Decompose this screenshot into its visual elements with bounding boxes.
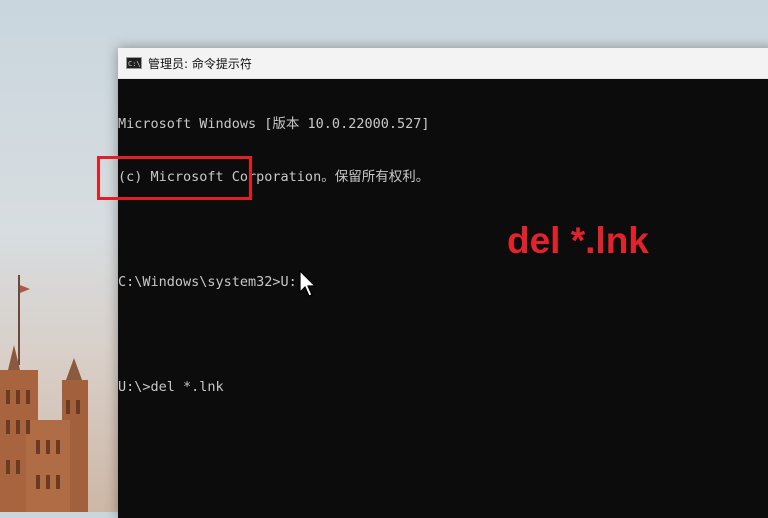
cmd-app-icon: C:\ bbox=[126, 57, 142, 69]
console-line: Microsoft Windows [版本 10.0.22000.527] bbox=[118, 116, 430, 132]
window-titlebar[interactable]: C:\ 管理员: 命令提示符 bbox=[118, 48, 768, 79]
mouse-pointer-icon bbox=[299, 270, 317, 297]
console-output[interactable]: Microsoft Windows [版本 10.0.22000.527] (c… bbox=[118, 79, 768, 518]
console-line: C:\Windows\system32>U: bbox=[118, 273, 297, 290]
console-command-line: U:\>del *.lnk bbox=[118, 378, 224, 395]
command-highlight-box bbox=[97, 156, 252, 200]
command-prompt-window[interactable]: C:\ 管理员: 命令提示符 Microsoft Windows [版本 10.… bbox=[118, 48, 768, 518]
building-tower-image bbox=[0, 275, 88, 512]
window-title: 管理员: 命令提示符 bbox=[148, 56, 252, 71]
command-annotation: del *.lnk bbox=[507, 220, 649, 261]
